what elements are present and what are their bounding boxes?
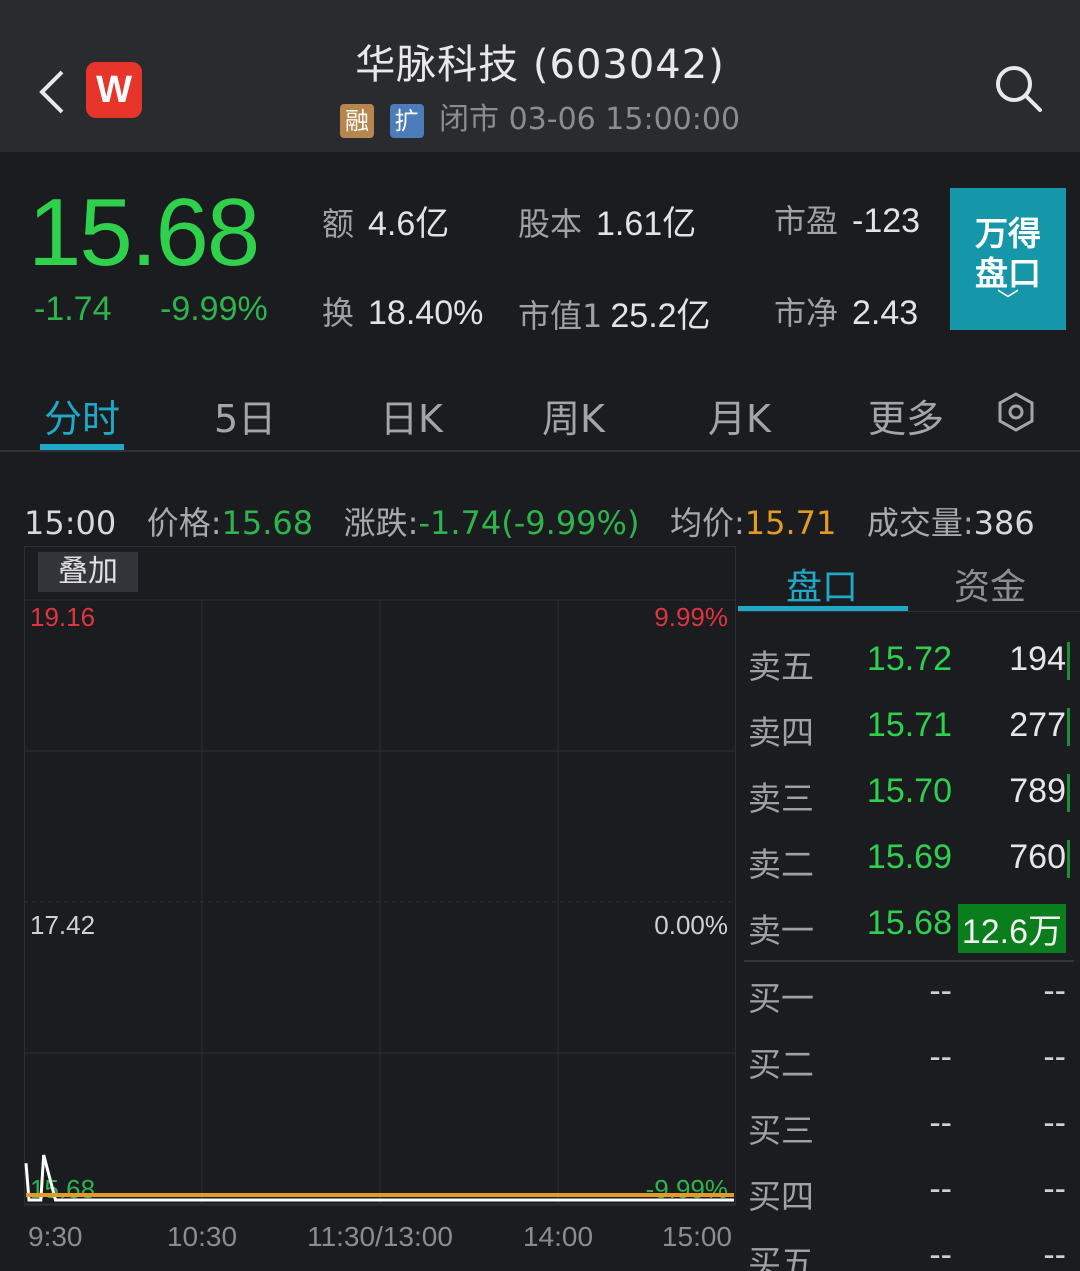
bid-row: 买三 -- -- [748,1104,1066,1150]
x-tick-label: 9:30 [28,1221,83,1252]
ask-volume-bar [1067,840,1070,878]
tab-intraday[interactable]: 分时 [44,388,120,443]
tab-weekly-k[interactable]: 周K [542,388,605,443]
ask-row: 卖一 15.68 12.6万 [748,894,1070,954]
x-tick-label: 14:00 [523,1221,593,1252]
tab-more[interactable]: 更多 [868,388,944,443]
last-price: 15.68 [28,179,260,286]
ask-volume-bar [1067,774,1070,812]
stock-title: 华脉科技 (603042) [355,42,725,88]
x-tick-label: 10:30 [167,1221,237,1252]
stat-share-capital: 股本 1.61亿 [518,205,697,243]
tab-monthly-k[interactable]: 月K [708,388,771,443]
wind-orderbook-button[interactable]: 万得 盘口 ﹀ [950,188,1066,330]
y-tick-label: 9.99% [654,602,728,632]
stat-pb: 市净 2.43 [774,294,919,332]
ask-row: 卖四 15.71 277 [748,696,1070,756]
period-tabs: 分时 5日 日K 周K 月K 更多 [0,370,1080,452]
x-tick-label: 15:00 [662,1221,732,1252]
search-icon[interactable] [992,62,1044,114]
bid-row: 买五 -- -- [748,1236,1066,1271]
stat-turnover: 换 18.40% [322,294,484,332]
settings-gear-icon[interactable] [996,392,1036,432]
chevron-down-icon: ﹀ [996,289,1019,314]
tab-5day[interactable]: 5日 [214,388,276,443]
y-tick-label: 19.16 [30,602,95,632]
intraday-chart[interactable]: 19.1617.4215.689.99%0.00%-9.99%9:30 10:30… [24,546,736,1271]
price-change: -1.74 [34,290,112,328]
ask-row: 卖三 15.70 789 [748,762,1070,822]
bid-row: 买二 -- -- [748,1038,1066,1084]
ask-volume-bar [1067,642,1070,680]
market-status-text: 闭市 03-06 15:00:00 [439,102,741,137]
expansion-badge: 扩 [389,103,424,138]
orderbook-tabs: 盘口 资金 [738,548,1080,612]
overlay-button[interactable]: 叠加 [38,552,138,592]
bid-row: 买四 -- -- [748,1170,1066,1216]
stat-pe: 市盈 -123 [774,202,921,240]
x-tick-label: 11:30/13:00 [307,1221,453,1252]
ask-row: 卖二 15.69 760 [748,828,1070,888]
market-status: 融 扩 闭市 03-06 15:00:00 [0,94,1080,138]
bid-row: 买一 -- -- [748,972,1066,1018]
tab-orderbook[interactable]: 盘口 [786,558,858,610]
crosshair-info: 15:00 价格:15.68 涨跌:-1.74(-9.99%) 均价:15.71… [24,504,1035,542]
y-tick-label: 0.00% [654,910,728,940]
top-bar: W 华脉科技 (603042) 融 扩 闭市 03-06 15:00:00 [0,0,1080,152]
stat-amount: 额 4.6亿 [322,205,450,243]
ask-row: 卖五 15.72 194 [748,630,1070,690]
orderbook-tab-indicator [738,606,908,611]
ask-volume-bar [1067,708,1070,746]
tab-daily-k[interactable]: 日K [380,388,443,443]
margin-trading-badge: 融 [339,103,374,138]
price-change-pct: -9.99% [160,290,268,328]
active-tab-indicator [40,444,124,450]
stat-market-cap: 市值1 25.2亿 [518,297,711,335]
tab-capital-flow[interactable]: 资金 [954,558,1026,610]
y-tick-label: 17.42 [30,910,95,940]
